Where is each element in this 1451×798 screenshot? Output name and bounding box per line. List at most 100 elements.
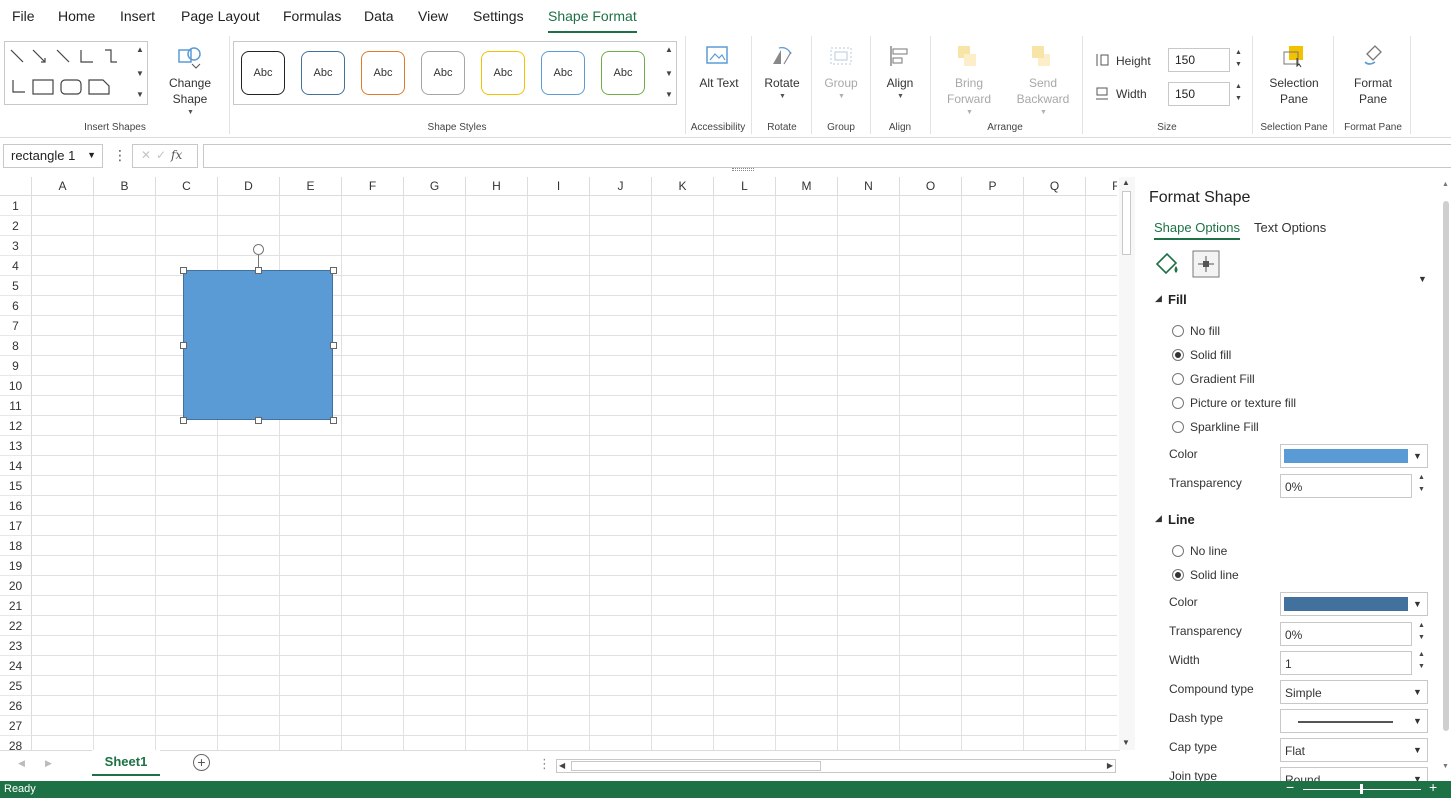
menu-file[interactable]: File (12, 8, 35, 24)
resize-handle-ne[interactable] (330, 267, 337, 274)
styles-down-icon[interactable]: ▼ (665, 69, 673, 78)
insert-function-icon[interactable]: fx (171, 148, 182, 162)
row-header[interactable]: 22 (0, 616, 32, 636)
row-header[interactable]: 17 (0, 516, 32, 536)
radio-gradient-fill[interactable] (1172, 373, 1184, 385)
gallery-more-icon[interactable]: ▼ (136, 90, 144, 99)
pane-scroll-up-icon[interactable]: ▲ (1442, 181, 1449, 188)
column-header[interactable]: G (404, 177, 466, 196)
row-header[interactable]: 10 (0, 376, 32, 396)
row-header[interactable]: 13 (0, 436, 32, 456)
column-header[interactable]: F (342, 177, 404, 196)
height-input[interactable]: 150 (1168, 48, 1230, 72)
tab-text-options[interactable]: Text Options (1254, 220, 1326, 235)
shape-style-3[interactable]: Abc (361, 51, 405, 95)
row-header[interactable]: 5 (0, 276, 32, 296)
row-header[interactable]: 24 (0, 656, 32, 676)
scroll-up-icon[interactable]: ▲ (1122, 178, 1130, 187)
width-down-icon[interactable]: ▼ (1235, 95, 1242, 102)
fill-line-icon[interactable] (1153, 248, 1183, 278)
more-options-icon[interactable]: ⋮ (113, 147, 127, 164)
resize-handle-n[interactable] (255, 267, 262, 274)
name-box[interactable]: rectangle 1 ▼ (3, 144, 103, 168)
row-header[interactable]: 14 (0, 456, 32, 476)
row-header[interactable]: 9 (0, 356, 32, 376)
fill-heading[interactable]: Fill (1168, 292, 1187, 307)
radio-no-line[interactable] (1172, 545, 1184, 557)
menu-data[interactable]: Data (364, 8, 394, 24)
column-header[interactable]: M (776, 177, 838, 196)
height-down-icon[interactable]: ▼ (1235, 61, 1242, 68)
row-header[interactable]: 8 (0, 336, 32, 356)
formula-resize-handle[interactable] (732, 168, 754, 171)
dash-type-select[interactable] (1280, 709, 1428, 733)
enter-icon[interactable]: ✓ (156, 148, 166, 162)
row-header[interactable]: 27 (0, 716, 32, 736)
column-header[interactable]: E (280, 177, 342, 196)
row-header[interactable]: 4 (0, 256, 32, 276)
row-header[interactable]: 1 (0, 196, 32, 216)
resize-handle-nw[interactable] (180, 267, 187, 274)
radio-solid-line[interactable] (1172, 569, 1184, 581)
column-header[interactable]: P (962, 177, 1024, 196)
menu-settings[interactable]: Settings (473, 8, 524, 24)
styles-more-icon[interactable]: ▼ (665, 90, 673, 99)
worksheet-grid[interactable]: ABCDEFGHIJKLMNOPQR 1 2 3 4 5 6 7 8 9 10 11 12 13 14 15… (0, 177, 1117, 750)
fill-color-picker[interactable] (1280, 444, 1428, 468)
tab-split-handle-icon[interactable]: ⋮ (538, 756, 551, 772)
shape-style-6[interactable]: Abc (541, 51, 585, 95)
vertical-scrollbar[interactable]: ▲ ▼ (1119, 177, 1135, 750)
row-header[interactable]: 2 (0, 216, 32, 236)
menu-home[interactable]: Home (58, 8, 95, 24)
line-color-caret-icon[interactable]: ▼ (1413, 599, 1422, 609)
row-header[interactable]: 19 (0, 556, 32, 576)
menu-page-layout[interactable]: Page Layout (181, 8, 260, 24)
row-header[interactable]: 7 (0, 316, 32, 336)
row-header[interactable]: 12 (0, 416, 32, 436)
shape-style-7[interactable]: Abc (601, 51, 645, 95)
sheet-tab-sheet1[interactable]: Sheet1 (92, 750, 160, 776)
cancel-icon[interactable]: ✕ (141, 148, 151, 162)
zoom-slider-thumb[interactable] (1360, 784, 1363, 794)
row-header[interactable]: 25 (0, 676, 32, 696)
cap-type-caret-icon[interactable]: ▼ (1413, 745, 1422, 755)
resize-handle-s[interactable] (255, 417, 262, 424)
styles-up-icon[interactable]: ▲ (665, 45, 673, 54)
line-heading[interactable]: Line (1168, 512, 1195, 527)
compound-type-caret-icon[interactable]: ▼ (1413, 687, 1422, 697)
pane-scroll-thumb[interactable] (1443, 201, 1449, 731)
menu-shape-format[interactable]: Shape Format (548, 8, 637, 24)
shape-style-2[interactable]: Abc (301, 51, 345, 95)
column-header[interactable]: D (218, 177, 280, 196)
width-input[interactable]: 150 (1168, 82, 1230, 106)
row-header[interactable]: 21 (0, 596, 32, 616)
radio-solid-fill[interactable] (1172, 349, 1184, 361)
tab-shape-options[interactable]: Shape Options (1154, 220, 1241, 240)
column-header[interactable]: H (466, 177, 528, 196)
column-header[interactable]: A (32, 177, 94, 196)
size-properties-icon[interactable] (1192, 248, 1222, 278)
line-collapse-icon[interactable]: ◢ (1155, 513, 1162, 524)
radio-no-fill[interactable] (1172, 325, 1184, 337)
resize-handle-e[interactable] (330, 342, 337, 349)
join-type-caret-icon[interactable]: ▼ (1413, 774, 1422, 781)
dash-type-caret-icon[interactable]: ▼ (1413, 716, 1422, 726)
row-header[interactable]: 3 (0, 236, 32, 256)
resize-handle-w[interactable] (180, 342, 187, 349)
line-transparency-down-icon[interactable]: ▼ (1418, 634, 1425, 641)
height-up-icon[interactable]: ▲ (1235, 49, 1242, 56)
scroll-right-icon[interactable]: ▶ (1107, 761, 1113, 770)
shape-style-5[interactable]: Abc (481, 51, 525, 95)
fill-color-dropdown-icon[interactable]: ▼ (1418, 274, 1427, 284)
line-width-down-icon[interactable]: ▼ (1418, 663, 1425, 670)
menu-view[interactable]: View (418, 8, 448, 24)
fill-transparency-down-icon[interactable]: ▼ (1418, 486, 1425, 493)
row-header[interactable]: 20 (0, 576, 32, 596)
column-header[interactable]: R (1086, 177, 1117, 196)
row-header[interactable]: 6 (0, 296, 32, 316)
vertical-scroll-thumb[interactable] (1122, 191, 1131, 255)
rotation-handle[interactable] (253, 244, 264, 255)
line-width-up-icon[interactable]: ▲ (1418, 651, 1425, 658)
select-all-corner[interactable] (0, 177, 32, 196)
line-color-picker[interactable] (1280, 592, 1428, 616)
